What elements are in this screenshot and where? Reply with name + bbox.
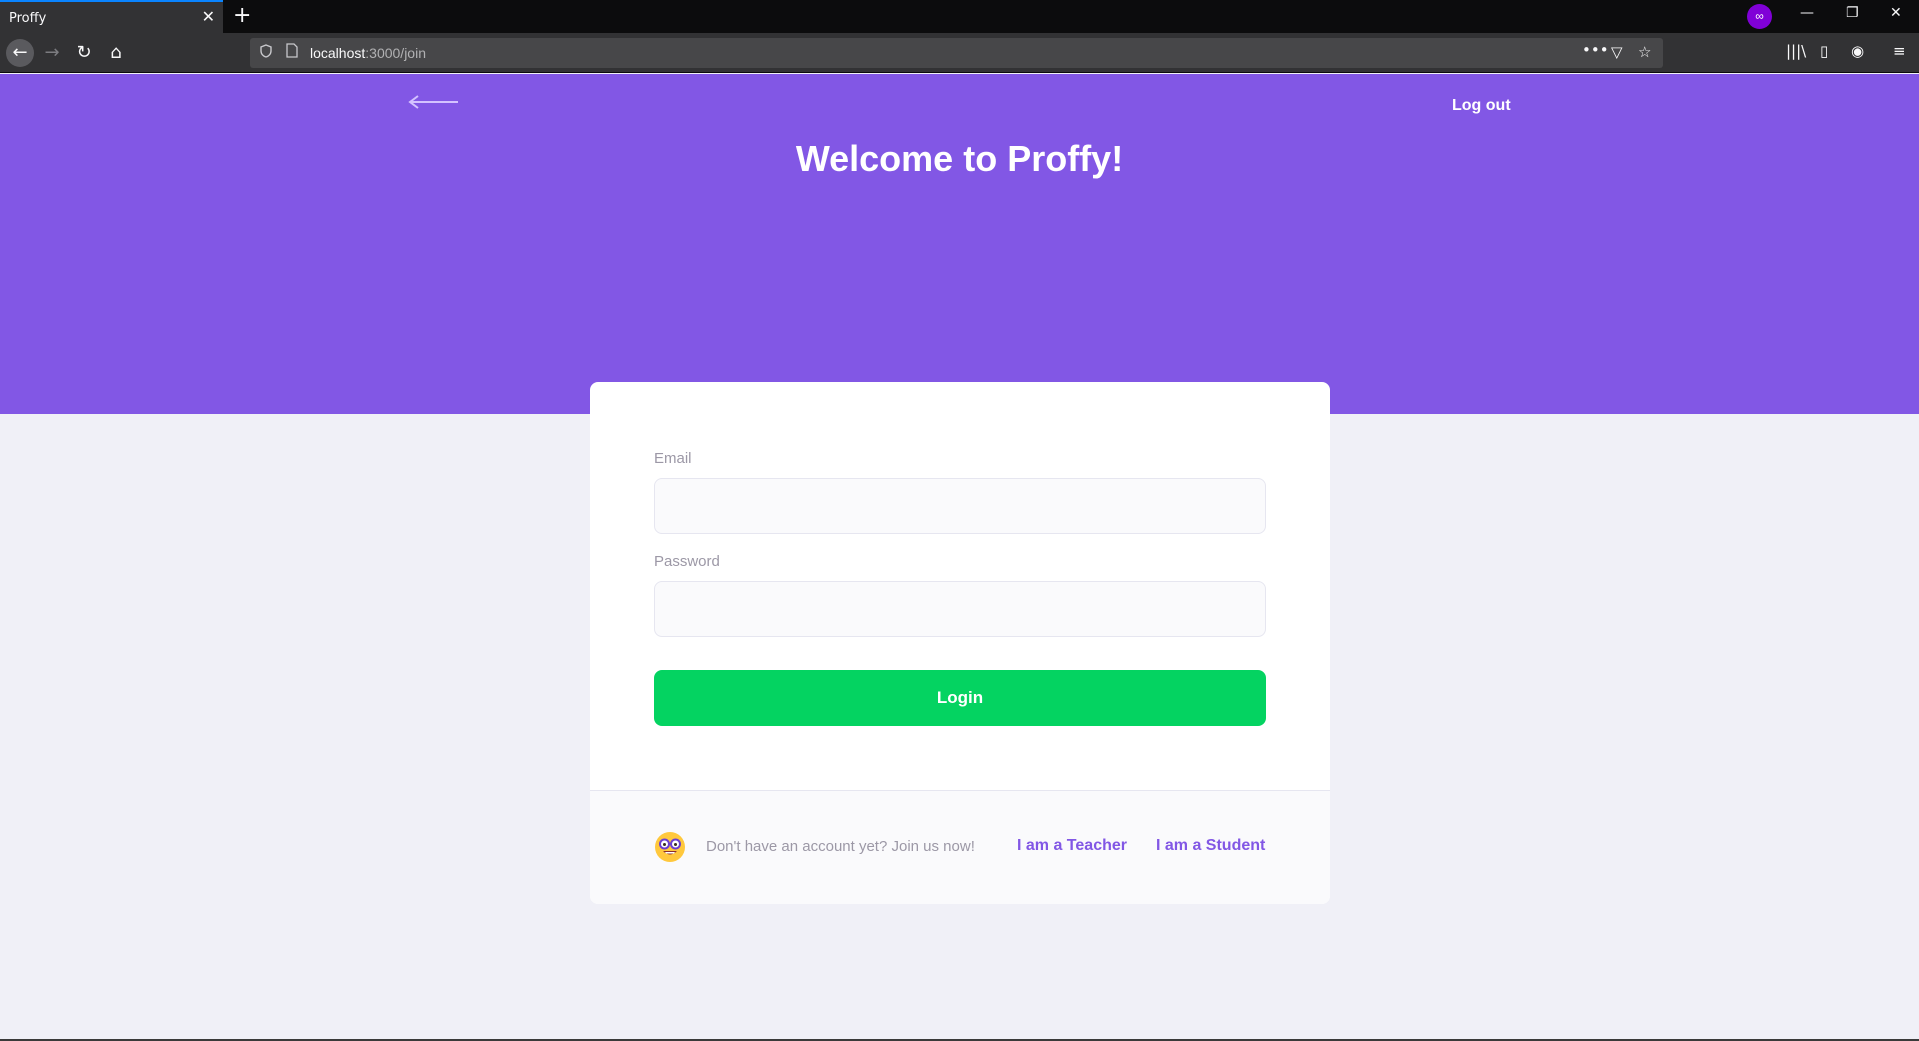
pocket-icon[interactable]: ▽ [1611, 43, 1623, 61]
forward-icon[interactable]: → [38, 39, 66, 67]
join-prompt: Don't have an account yet? Join us now! [706, 838, 975, 855]
new-tab-icon[interactable]: + [233, 3, 251, 28]
sidebar-icon[interactable]: ▯ [1820, 42, 1828, 60]
back-arrow-icon[interactable] [408, 92, 460, 112]
tab-title: Proffy [9, 11, 47, 26]
login-button[interactable]: Login [654, 670, 1266, 726]
student-signup-link[interactable]: I am a Student [1156, 837, 1265, 855]
url-path: :3000/join [365, 45, 426, 61]
private-browsing-icon: ∞ [1747, 4, 1772, 29]
reload-icon[interactable]: ↻ [70, 39, 98, 67]
bookmark-star-icon[interactable]: ☆ [1638, 43, 1651, 61]
page-actions-icon[interactable]: ••• [1582, 41, 1609, 59]
restore-icon[interactable]: ❐ [1846, 5, 1859, 21]
page-header [0, 74, 1919, 414]
back-icon[interactable]: ← [6, 39, 34, 67]
password-field[interactable] [654, 581, 1266, 637]
browser-tab-bar: Proffy ✕ + ∞ — ❐ ✕ [0, 0, 1919, 33]
library-icon[interactable]: |||\ [1786, 42, 1806, 60]
account-icon[interactable]: ◉ [1851, 42, 1864, 60]
tracking-shield-icon[interactable] [260, 44, 272, 61]
login-card: Email Password Login Don't have an accou… [590, 382, 1330, 904]
window-close-icon[interactable]: ✕ [1890, 5, 1902, 21]
page-info-icon[interactable] [286, 43, 298, 61]
smiling-face-with-glasses-icon [654, 831, 686, 863]
browser-tab[interactable]: Proffy ✕ [0, 0, 223, 33]
address-bar[interactable]: localhost:3000/join ••• ▽ ☆ [250, 38, 1663, 68]
hamburger-menu-icon[interactable]: ≡ [1893, 42, 1906, 60]
minimize-icon[interactable]: — [1800, 5, 1814, 21]
browser-navigation-bar: ← → ↻ ⌂ localhost:3000/join ••• ▽ ☆ |||\… [0, 33, 1919, 73]
url-text[interactable]: localhost:3000/join [310, 45, 426, 61]
email-field[interactable] [654, 478, 1266, 534]
tab-close-icon[interactable]: ✕ [202, 7, 215, 27]
page-title: Welcome to Proffy! [795, 138, 1124, 179]
home-icon[interactable]: ⌂ [102, 39, 130, 67]
email-label: Email [654, 450, 692, 467]
card-footer: Don't have an account yet? Join us now! … [590, 790, 1330, 904]
password-label: Password [654, 553, 720, 570]
teacher-signup-link[interactable]: I am a Teacher [1017, 837, 1127, 855]
logout-link[interactable]: Log out [1452, 97, 1511, 115]
url-host: localhost [310, 45, 366, 61]
